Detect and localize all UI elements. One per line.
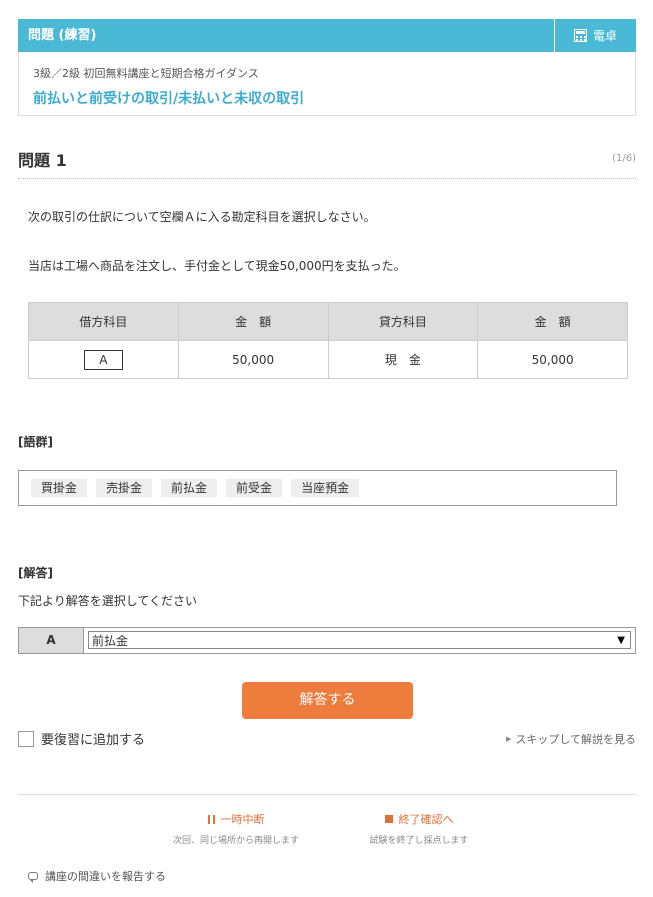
answer-instruction: 下記より解答を選択してください [18, 594, 198, 608]
blank-a: A [83, 349, 123, 370]
question-heading: 問題 1 [18, 151, 67, 170]
header-debit-amount: 金 額 [177, 302, 329, 341]
table-row: A 50,000 現 金 50,000 [28, 340, 628, 379]
answer-row: A 前払金 ▼ [18, 627, 636, 654]
pause-button[interactable]: 一時中断 次回、同じ場所から再開します [165, 811, 307, 846]
question-scenario: 当店は工場へ商品を注文し、手付金として現金50,000円を支払った。 [28, 259, 406, 273]
submit-answer-button[interactable]: 解答する [242, 682, 413, 719]
word-chip: 売掛金 [96, 479, 153, 497]
answer-select[interactable]: 前払金 ▼ [88, 631, 631, 649]
stop-icon [384, 815, 393, 823]
answer-select-wrap: 前払金 ▼ [84, 628, 635, 653]
pause-sub: 次回、同じ場所から再開します [172, 836, 299, 846]
course-info: 3級／2級 初回無料講座と短期合格ガイダンス 前払いと前受けの取引/未払いと未収… [18, 52, 636, 116]
header-debit-account: 借方科目 [28, 302, 179, 341]
answer-section-label: [解答] [18, 566, 53, 580]
calculator-icon [573, 29, 587, 42]
pause-label: 一時中断 [220, 813, 265, 826]
course-subtitle: 3級／2級 初回無料講座と短期合格ガイダンス [33, 67, 259, 80]
credit-account-cell: 現 金 [327, 340, 479, 379]
finish-label: 終了確認へ [398, 813, 454, 826]
footer-divider [18, 794, 636, 795]
question-instruction: 次の取引の仕訳について空欄Ａに入る勘定科目を選択しなさい。 [28, 210, 376, 224]
header-credit-account: 貸方科目 [327, 302, 479, 341]
question-count: (1/6) [612, 153, 636, 164]
review-label: 要復習に追加する [41, 733, 146, 748]
word-group-label: [語群] [18, 435, 53, 449]
word-chip: 前払金 [161, 479, 218, 497]
skip-label: スキップして解説を見る [515, 733, 636, 746]
calculator-label: 電卓 [592, 29, 617, 43]
review-checkbox[interactable] [18, 730, 34, 747]
finish-button[interactable]: 終了確認へ 試験を終了し採点します [358, 811, 480, 846]
speech-bubble-icon [28, 872, 38, 883]
pause-icon [207, 814, 215, 824]
word-group: 買掛金 売掛金 前払金 前受金 当座預金 [18, 470, 617, 506]
credit-amount-cell: 50,000 [477, 340, 628, 379]
answer-blank-label: A [19, 628, 84, 653]
review-checkbox-row[interactable]: 要復習に追加する [18, 729, 145, 748]
divider [18, 178, 636, 179]
skip-link[interactable]: ▶ スキップして解説を見る [506, 731, 636, 747]
table-header-row: 借方科目 金 額 貸方科目 金 額 [28, 302, 628, 341]
answer-selected-value: 前払金 [92, 633, 129, 648]
debit-amount-cell: 50,000 [177, 340, 329, 379]
finish-sub: 試験を終了し採点します [369, 836, 469, 846]
report-link[interactable]: 講座の間違いを報告する [28, 868, 166, 884]
word-chip: 当座預金 [291, 479, 360, 497]
course-title: 前払いと前受けの取引/未払いと未収の取引 [33, 91, 305, 107]
triangle-right-icon: ▶ [505, 735, 512, 743]
journal-table: 借方科目 金 額 貸方科目 金 額 A 50,000 現 金 50,000 [28, 302, 628, 379]
word-chip: 買掛金 [31, 479, 88, 497]
debit-account-cell: A [28, 340, 179, 379]
page-title: 問題 (練習) [28, 28, 97, 43]
calculator-button[interactable]: 電卓 [554, 19, 636, 52]
header-bar: 問題 (練習) 電卓 [18, 19, 636, 52]
triangle-down-icon: ▼ [617, 634, 625, 646]
report-label: 講座の間違いを報告する [45, 870, 166, 883]
word-chip: 前受金 [226, 479, 283, 497]
header-credit-amount: 金 額 [477, 302, 628, 341]
